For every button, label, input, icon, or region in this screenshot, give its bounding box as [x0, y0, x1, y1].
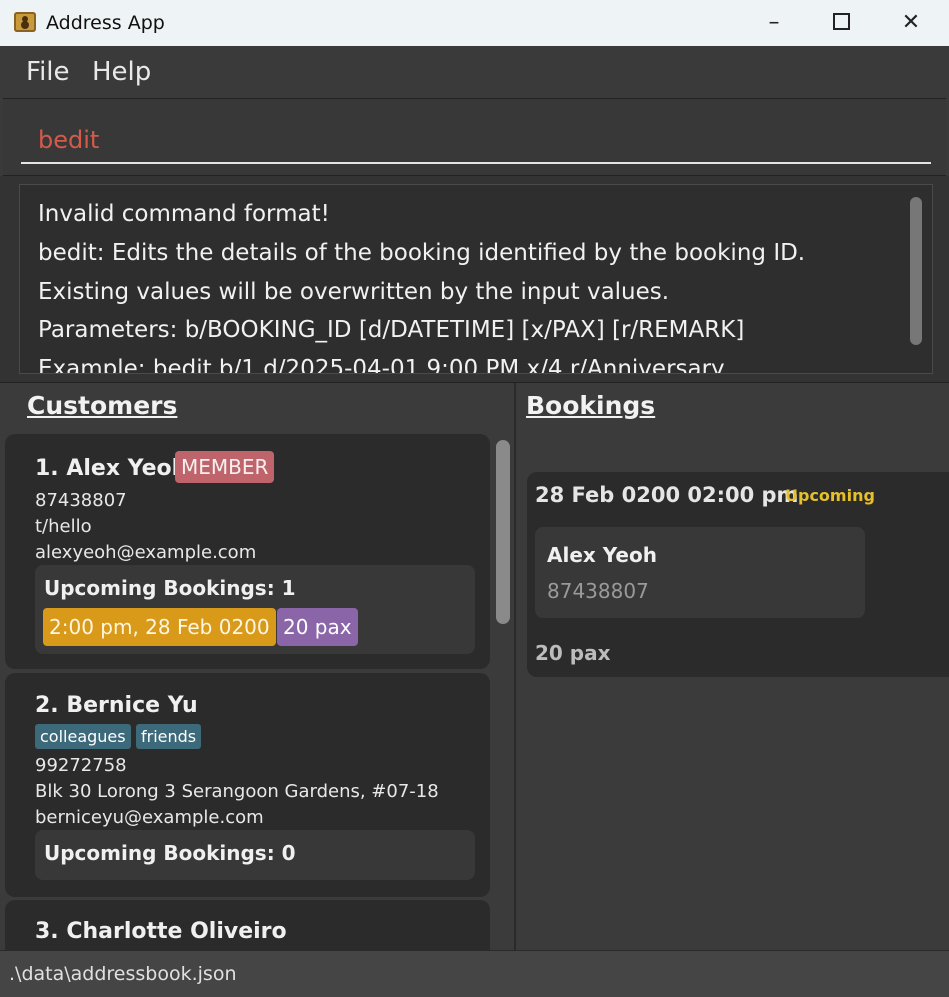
storage-path: .\data\addressbook.json: [9, 963, 237, 985]
menu-bar: File Help: [0, 46, 949, 98]
member-badge: MEMBER: [175, 451, 275, 483]
customer-card[interactable]: 1. Alex Yeoh MEMBER 87438807 t/hello ale…: [5, 434, 490, 669]
tag-friends: friends: [136, 724, 202, 749]
customers-heading: Customers: [27, 391, 178, 420]
bookings-panel: Bookings 28 Feb 0200 02:00 pm Upcoming A…: [516, 383, 949, 950]
bookings-heading: Bookings: [526, 391, 656, 420]
address-book-icon: [14, 12, 36, 32]
command-panel: [3, 98, 946, 176]
upcoming-bookings-box: Upcoming Bookings: 0: [35, 830, 475, 880]
customers-panel: Customers 1. Alex Yeoh MEMBER 87438807 t…: [0, 383, 514, 950]
menu-file[interactable]: File: [26, 57, 70, 87]
booking-customer-phone: 87438807: [547, 579, 649, 603]
upcoming-bookings-box: Upcoming Bookings: 1 2:00 pm, 28 Feb 020…: [35, 565, 475, 654]
result-scrollbar[interactable]: [910, 197, 922, 345]
upcoming-bookings-label: Upcoming Bookings: 0: [44, 841, 296, 865]
customer-tag-line: t/hello: [35, 516, 92, 537]
customer-card[interactable]: 3. Charlotte Oliveiro: [5, 900, 490, 950]
booking-status: Upcoming: [785, 486, 875, 505]
booking-pax: 20 pax: [535, 641, 611, 665]
customer-card[interactable]: 2. Bernice Yu colleagues friends 9927275…: [5, 673, 490, 897]
minimize-button[interactable]: –: [756, 8, 792, 38]
customer-name: 3. Charlotte Oliveiro: [35, 919, 287, 944]
customer-name: 2. Bernice Yu: [35, 693, 198, 718]
customers-scrollbar[interactable]: [496, 440, 510, 624]
result-line: Invalid command format!: [38, 201, 330, 227]
booking-time-chip: 2:00 pm, 28 Feb 0200: [43, 608, 276, 646]
close-button[interactable]: ✕: [893, 8, 929, 38]
maximize-button[interactable]: [823, 8, 859, 38]
booking-datetime: 28 Feb 0200 02:00 pm: [535, 483, 799, 507]
booking-customer-box: Alex Yeoh 87438807: [535, 527, 865, 618]
booking-customer-name: Alex Yeoh: [547, 543, 657, 567]
upcoming-bookings-label: Upcoming Bookings: 1: [44, 576, 296, 600]
customer-name: 1. Alex Yeoh: [35, 456, 188, 481]
command-input[interactable]: [21, 117, 931, 164]
result-panel: Invalid command format! bedit: Edits the…: [0, 176, 949, 383]
status-bar: .\data\addressbook.json: [0, 950, 949, 997]
customer-email: alexyeoh@example.com: [35, 542, 257, 563]
customer-phone: 87438807: [35, 490, 127, 511]
result-line: Existing values will be overwritten by t…: [38, 279, 670, 305]
menu-help[interactable]: Help: [92, 57, 151, 87]
customer-phone: 99272758: [35, 755, 127, 776]
result-display[interactable]: Invalid command format! bedit: Edits the…: [19, 184, 933, 374]
window-title: Address App: [46, 12, 165, 34]
booking-card[interactable]: 28 Feb 0200 02:00 pm Upcoming Alex Yeoh …: [527, 472, 949, 677]
tag-colleagues: colleagues: [35, 724, 131, 749]
customer-email: berniceyu@example.com: [35, 807, 264, 828]
customer-address: Blk 30 Lorong 3 Serangoon Gardens, #07-1…: [35, 781, 439, 802]
result-line: Example: bedit b/1 d/2025-04-01 9:00 PM …: [38, 356, 725, 374]
result-line: bedit: Edits the details of the booking …: [38, 240, 806, 266]
booking-pax-chip: 20 pax: [277, 608, 358, 646]
maximize-icon: [832, 13, 850, 30]
result-line: Parameters: b/BOOKING_ID [d/DATETIME] [x…: [38, 317, 745, 343]
title-bar: Address App – ✕: [0, 0, 949, 46]
